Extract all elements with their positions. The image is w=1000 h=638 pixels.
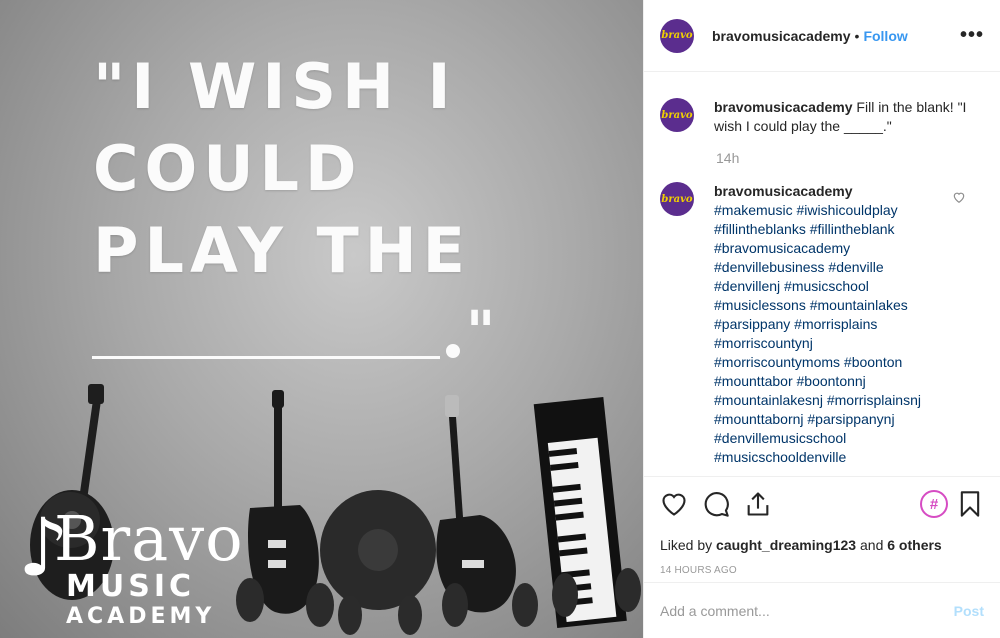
- hashtags-username[interactable]: bravomusicacademy: [714, 182, 921, 201]
- comments-section[interactable]: bravo bravomusicacademy Fill in the blan…: [644, 72, 1000, 476]
- like-comment-heart-icon[interactable]: [952, 190, 966, 204]
- post-header: bravo bravomusicacademy • Follow •••: [644, 0, 1000, 72]
- avatar[interactable]: bravo: [660, 182, 694, 216]
- hashtag-line[interactable]: #denvillemusicschool: [714, 429, 921, 448]
- caption-body: bravomusicacademy Fill in the blank! "I …: [714, 98, 984, 136]
- bravo-logo: ♪ Bravo MUSIC ACADEMY: [18, 508, 244, 628]
- hashtag-line[interactable]: #parsippany #morrisplains: [714, 315, 921, 334]
- hashtag-line[interactable]: #musiclessons #mountainlakes: [714, 296, 921, 315]
- hashtag-line[interactable]: #denvillebusiness #denville: [714, 258, 921, 277]
- hashtag-line[interactable]: #makemusic #iwishicouldplay: [714, 201, 921, 220]
- liked-by-and: and: [860, 537, 884, 553]
- hashtag-line[interactable]: #morriscountymoms #boonton: [714, 353, 921, 372]
- hashtag-line[interactable]: #mountainlakesnj #morrisplainsnj: [714, 391, 921, 410]
- hashtag-line[interactable]: #mounttabornj #parsippanynj: [714, 410, 921, 429]
- heart-icon[interactable]: [660, 490, 688, 518]
- liked-by-others[interactable]: 6 others: [887, 537, 941, 553]
- music-note-icon: ♪: [18, 501, 70, 594]
- post-button[interactable]: Post: [954, 603, 984, 619]
- avatar-text: bravo: [661, 109, 693, 121]
- comment-icon[interactable]: [702, 490, 730, 518]
- action-icons-row: #: [660, 489, 984, 519]
- follow-button[interactable]: Follow: [863, 28, 907, 44]
- electric-guitar: [248, 390, 319, 614]
- caption-comment: bravo bravomusicacademy Fill in the blan…: [660, 98, 984, 136]
- hashtag-line[interactable]: #musicschooldenville: [714, 448, 921, 467]
- keyboard: [533, 396, 627, 629]
- likes-summary: Liked by caught_dreaming123 and 6 others: [660, 537, 984, 553]
- bass-guitar: [436, 395, 516, 613]
- bookmark-icon[interactable]: [956, 490, 984, 518]
- header-username[interactable]: bravomusicacademy: [712, 28, 851, 44]
- caption-username[interactable]: bravomusicacademy: [714, 99, 853, 115]
- liked-by-prefix: Liked by: [660, 537, 713, 553]
- hashtag-line[interactable]: #bravomusicacademy: [714, 239, 921, 258]
- add-comment-bar: Post: [644, 582, 1000, 638]
- hashtag-line[interactable]: #denvillenj #musicschool: [714, 277, 921, 296]
- more-options-icon[interactable]: •••: [960, 24, 984, 47]
- hashtag-line[interactable]: #morriscountynj: [714, 334, 921, 353]
- logo-academy-text: ACADEMY: [66, 604, 216, 629]
- post-actions: # Liked by caught_dreaming123 and 6 othe…: [644, 476, 1000, 576]
- comment-input[interactable]: [660, 602, 954, 619]
- avatar-text: bravo: [661, 30, 693, 41]
- header-separator: •: [854, 27, 860, 44]
- avatar[interactable]: bravo: [660, 98, 694, 132]
- liked-by-user[interactable]: caught_dreaming123: [716, 537, 856, 553]
- avatar[interactable]: bravo: [660, 18, 694, 53]
- hashtag-line[interactable]: #fillintheblanks #fillintheblank: [714, 220, 921, 239]
- posted-time[interactable]: 14 HOURS AGO: [660, 565, 984, 576]
- hashtag-line[interactable]: #mounttabor #boontonnj: [714, 372, 921, 391]
- post-image[interactable]: "I WISH I COULD PLAY THE " ♪ Bravo MUSIC…: [0, 0, 643, 638]
- post-sidebar: bravo bravomusicacademy • Follow ••• bra…: [643, 0, 1000, 638]
- caption-time[interactable]: 14h: [716, 150, 984, 166]
- hashtags-comment: bravo bravomusicacademy #makemusic #iwis…: [660, 182, 984, 467]
- hashtags-body: bravomusicacademy #makemusic #iwishicoul…: [714, 182, 921, 467]
- cymbal: [320, 490, 436, 610]
- hashtag-icon[interactable]: #: [920, 490, 948, 518]
- share-icon[interactable]: [744, 490, 772, 518]
- avatar-text: bravo: [661, 193, 693, 205]
